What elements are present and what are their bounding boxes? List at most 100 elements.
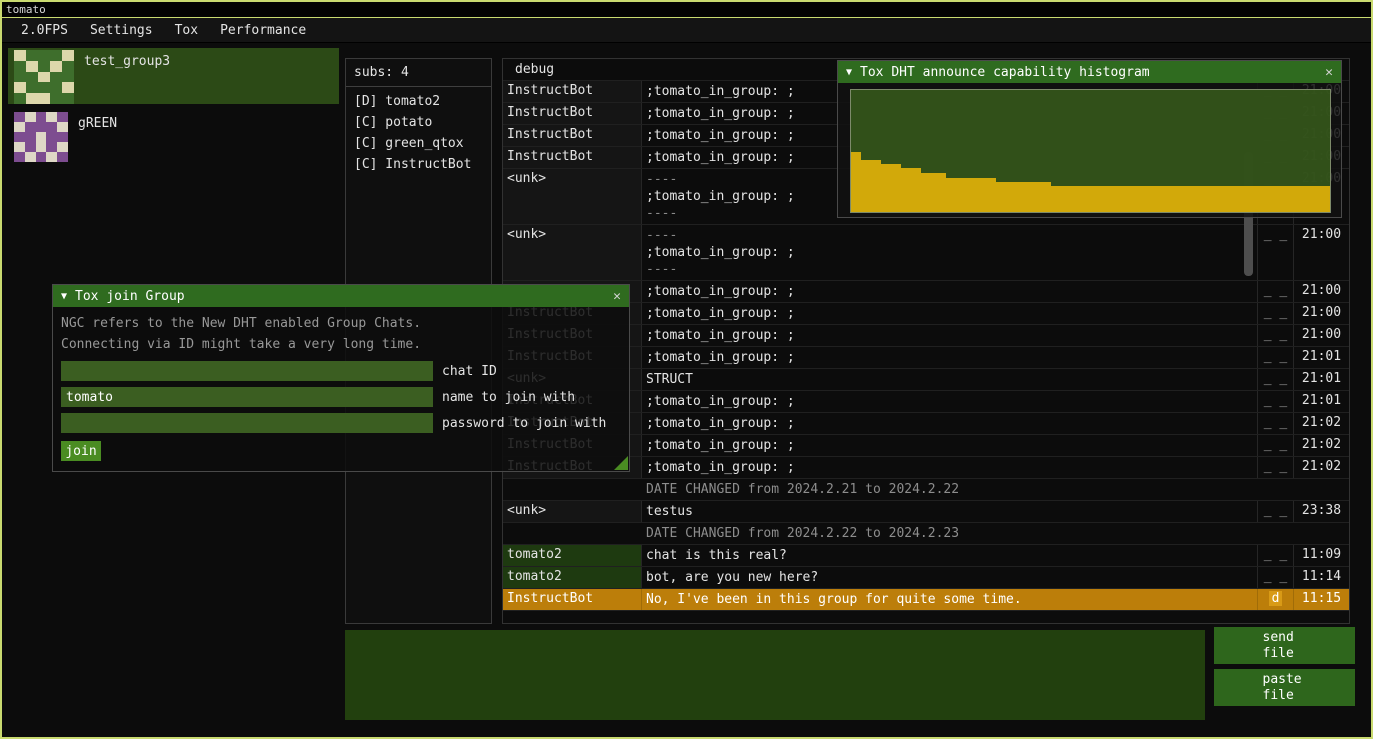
histogram-window-titlebar[interactable]: ▼ Tox DHT announce capability histogram …: [838, 61, 1341, 83]
sender-cell: InstructBot: [503, 147, 642, 168]
group-name: test_group3: [84, 54, 170, 69]
menu-tox[interactable]: Tox: [164, 23, 209, 38]
timestamp: 11:09: [1294, 545, 1349, 566]
delivery-flags: _ _: [1258, 413, 1294, 434]
message-cell: ----;tomato_in_group: ;----: [642, 225, 1258, 280]
delivery-flags: _ _: [1258, 501, 1294, 522]
close-icon[interactable]: ✕: [1325, 65, 1333, 80]
ngc-info-line-1: NGC refers to the New DHT enabled Group …: [61, 313, 621, 334]
histogram-bar: [851, 152, 861, 212]
members-count: subs: 4: [346, 59, 491, 84]
join-button[interactable]: join: [61, 441, 101, 461]
sender-cell: <unk>: [503, 501, 642, 522]
timestamp: 21:02: [1294, 457, 1349, 478]
os-titlebar[interactable]: tomato: [2, 2, 1371, 18]
message-input[interactable]: [345, 630, 1205, 720]
message-cell: ;tomato_in_group: ;: [642, 347, 1258, 368]
group-item-green[interactable]: gREEN: [8, 110, 339, 166]
group-item-test_group3[interactable]: test_group3: [8, 48, 339, 104]
window-title: tomato: [6, 3, 46, 16]
delivery-flags: _ _: [1258, 281, 1294, 302]
paste-file-button[interactable]: paste file: [1214, 669, 1355, 706]
join-password-input[interactable]: [61, 413, 433, 433]
close-icon[interactable]: ✕: [613, 289, 621, 304]
histogram-bar: [921, 173, 946, 212]
join-group-window: ▼ Tox join Group ✕ NGC refers to the New…: [52, 284, 630, 472]
delivery-flags: _ _: [1258, 567, 1294, 588]
dht-histogram-window: ▼ Tox DHT announce capability histogram …: [837, 60, 1342, 218]
collapse-icon[interactable]: ▼: [846, 67, 852, 78]
histogram-window-title: Tox DHT announce capability histogram: [860, 65, 1150, 80]
message-cell: No, I've been in this group for quite so…: [642, 589, 1258, 610]
ngc-info-line-2: Connecting via ID might take a very long…: [61, 334, 621, 355]
resize-grip[interactable]: [614, 456, 628, 470]
delivery-flags: _ _: [1258, 303, 1294, 324]
message-row: <unk>testus_ _23:38: [503, 501, 1349, 523]
member-list: [D] tomato2[C] potato[C] green_qtox[C] I…: [346, 91, 491, 175]
histogram-bar: [946, 178, 996, 212]
message-cell: ;tomato_in_group: ;: [642, 281, 1258, 302]
message-cell: ;tomato_in_group: ;: [642, 391, 1258, 412]
date-separator-row: DATE CHANGED from 2024.2.21 to 2024.2.22: [503, 479, 1349, 501]
join-name-input[interactable]: [61, 387, 433, 407]
date-separator-row: DATE CHANGED from 2024.2.22 to 2024.2.23: [503, 523, 1349, 545]
sender-cell: tomato2: [503, 545, 642, 566]
chat-id-input[interactable]: [61, 361, 433, 381]
sender-cell: InstructBot: [503, 81, 642, 102]
sender-cell: InstructBot: [503, 103, 642, 124]
message-cell: chat is this real?: [642, 545, 1258, 566]
timestamp: 11:15: [1294, 589, 1349, 610]
delivery-flags: d: [1258, 589, 1294, 610]
menu-settings[interactable]: Settings: [79, 23, 164, 38]
message-row: <unk>----;tomato_in_group: ;----_ _21:00: [503, 225, 1349, 281]
message-cell: bot, are you new here?: [642, 567, 1258, 588]
timestamp: 21:01: [1294, 347, 1349, 368]
histogram-bar: [881, 164, 901, 212]
send-file-button[interactable]: send file: [1214, 627, 1355, 664]
delivery-flags: _ _: [1258, 325, 1294, 346]
message-cell: ;tomato_in_group: ;: [642, 457, 1258, 478]
fps-counter: 2.0FPS: [10, 23, 79, 38]
histogram-bar: [1051, 186, 1331, 212]
member-item[interactable]: [C] InstructBot: [346, 154, 491, 175]
join-password-label: password to join with: [442, 416, 606, 431]
paste-file-label: paste file: [1263, 672, 1307, 704]
member-item[interactable]: [C] potato: [346, 112, 491, 133]
delivery-flags: _ _: [1258, 391, 1294, 412]
delivery-flags: _ _: [1258, 225, 1294, 280]
histogram-plot: [850, 89, 1331, 213]
histogram-bar: [901, 168, 921, 212]
member-item[interactable]: [C] green_qtox: [346, 133, 491, 154]
delivery-flags: _ _: [1258, 457, 1294, 478]
join-window-titlebar[interactable]: ▼ Tox join Group ✕: [53, 285, 629, 307]
join-name-label: name to join with: [442, 390, 575, 405]
delivery-flags: _ _: [1258, 545, 1294, 566]
delivery-flags: _ _: [1258, 347, 1294, 368]
sender-cell: <unk>: [503, 169, 642, 224]
group-avatar: [14, 112, 68, 162]
group-name: gREEN: [78, 116, 117, 131]
histogram-bar: [861, 160, 881, 212]
timestamp: 21:00: [1294, 281, 1349, 302]
timestamp: 21:01: [1294, 369, 1349, 390]
timestamp: 11:14: [1294, 567, 1349, 588]
collapse-icon[interactable]: ▼: [61, 291, 67, 302]
message-cell: ;tomato_in_group: ;: [642, 413, 1258, 434]
send-file-label: send file: [1263, 630, 1307, 662]
member-item[interactable]: [D] tomato2: [346, 91, 491, 112]
chat-id-label: chat ID: [442, 364, 497, 379]
menu-performance[interactable]: Performance: [209, 23, 317, 38]
timestamp: 21:02: [1294, 435, 1349, 456]
group-avatar: [14, 50, 74, 104]
message-cell: ;tomato_in_group: ;: [642, 435, 1258, 456]
delivery-flags: _ _: [1258, 435, 1294, 456]
join-window-title: Tox join Group: [75, 289, 185, 304]
timestamp: 21:01: [1294, 391, 1349, 412]
timestamp: 21:00: [1294, 303, 1349, 324]
message-cell: ;tomato_in_group: ;: [642, 303, 1258, 324]
delivery-flags: _ _: [1258, 369, 1294, 390]
message-row: tomato2bot, are you new here?_ _11:14: [503, 567, 1349, 589]
sender-cell: InstructBot: [503, 589, 642, 610]
sender-cell: tomato2: [503, 567, 642, 588]
timestamp: 21:02: [1294, 413, 1349, 434]
